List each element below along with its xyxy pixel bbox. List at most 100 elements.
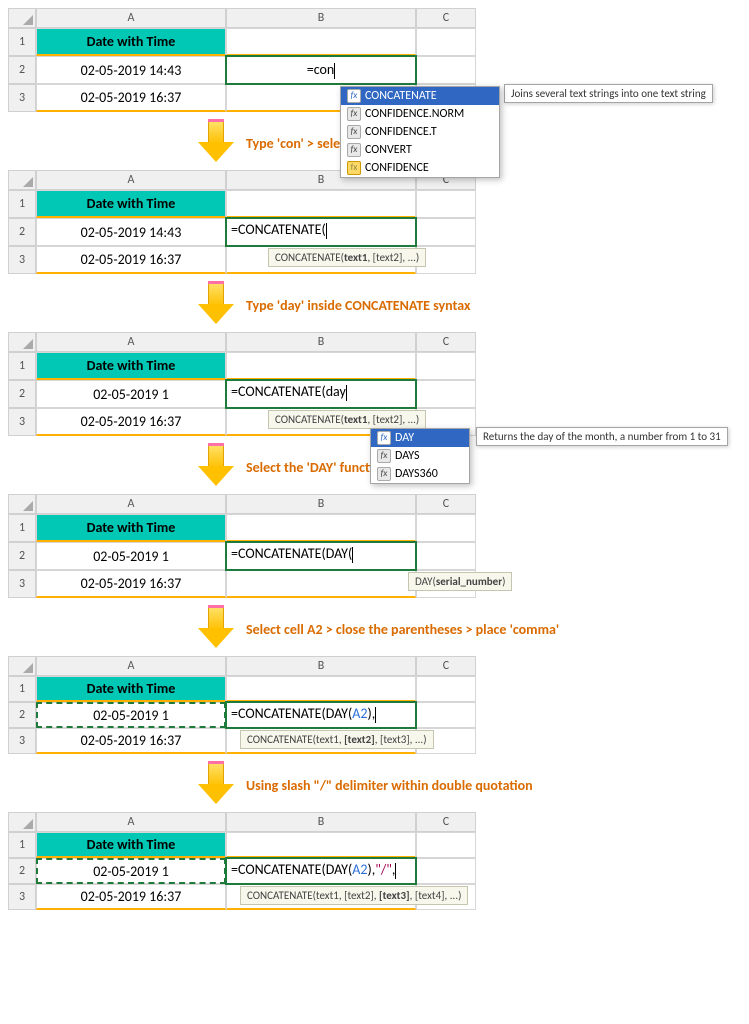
dropdown-item-confidence-deprec[interactable]: fxCONFIDENCE: [341, 159, 499, 177]
cell-C1[interactable]: [416, 676, 476, 702]
row-header-2[interactable]: 2: [8, 542, 36, 570]
col-header-A[interactable]: A: [36, 656, 226, 676]
cell-A2[interactable]: 02-05-2019 14:43: [36, 218, 226, 246]
excel-grid-step1: A B C 1 Date with Time 2 02-05-2019 14:4…: [8, 8, 476, 112]
row-header-3[interactable]: 3: [8, 408, 36, 436]
cell-A3[interactable]: 02-05-2019 16:37: [36, 570, 226, 598]
dropdown-item-confidence-norm[interactable]: fxCONFIDENCE.NORM: [341, 105, 499, 123]
cell-A3[interactable]: 02-05-2019 16:37: [36, 884, 226, 910]
function-autocomplete-dropdown[interactable]: fxDAY fxDAYS fxDAYS360: [370, 428, 470, 484]
cell-A3[interactable]: 02-05-2019 16:37: [36, 408, 226, 436]
select-all-corner[interactable]: [8, 170, 36, 190]
cell-A2-selected-ref[interactable]: 02-05-2019 1: [36, 702, 226, 728]
row-header-2[interactable]: 2: [8, 218, 36, 246]
cell-B2-formula[interactable]: =CONCATENATE(DAY(A2),"/",: [226, 858, 416, 884]
dropdown-item-confidence-t[interactable]: fxCONFIDENCE.T: [341, 123, 499, 141]
cell-A3[interactable]: 02-05-2019 16:37: [36, 728, 226, 754]
row-header-3[interactable]: 3: [8, 246, 36, 274]
header-cell-A1[interactable]: Date with Time: [36, 676, 226, 702]
header-cell-A1[interactable]: Date with Time: [36, 514, 226, 542]
row-header-3[interactable]: 3: [8, 884, 36, 910]
select-all-corner[interactable]: [8, 332, 36, 352]
row-header-1[interactable]: 1: [8, 514, 36, 542]
cell-B1[interactable]: [226, 190, 416, 218]
col-header-B[interactable]: B: [226, 656, 416, 676]
col-header-A[interactable]: A: [36, 170, 226, 190]
cell-C2[interactable]: [416, 380, 476, 408]
cell-C1[interactable]: [416, 352, 476, 380]
cell-B1[interactable]: [226, 832, 416, 858]
cell-C2[interactable]: [416, 56, 476, 84]
row-header-1[interactable]: 1: [8, 352, 36, 380]
fx-icon: fx: [347, 143, 361, 157]
cell-C1[interactable]: [416, 190, 476, 218]
cell-C1[interactable]: [416, 28, 476, 56]
cell-C2[interactable]: [416, 858, 476, 884]
cell-C2[interactable]: [416, 702, 476, 728]
col-header-B[interactable]: B: [226, 812, 416, 832]
row-header-1[interactable]: 1: [8, 28, 36, 56]
dropdown-item-days360[interactable]: fxDAYS360: [371, 465, 469, 483]
row-header-1[interactable]: 1: [8, 676, 36, 702]
col-header-B[interactable]: B: [226, 494, 416, 514]
cell-B1[interactable]: [226, 514, 416, 542]
cell-C2[interactable]: [416, 542, 476, 570]
cell-B2-formula[interactable]: =con: [226, 56, 416, 84]
header-cell-A1[interactable]: Date with Time: [36, 28, 226, 56]
cell-A3[interactable]: 02-05-2019 16:37: [36, 246, 226, 274]
dropdown-item-day[interactable]: fxDAY: [371, 429, 469, 447]
instruction-text: Using slash "/" delimiter within double …: [246, 777, 533, 794]
cell-A2[interactable]: 02-05-2019 1: [36, 542, 226, 570]
header-cell-A1[interactable]: Date with Time: [36, 832, 226, 858]
cell-B1[interactable]: [226, 28, 416, 56]
row-header-3[interactable]: 3: [8, 84, 36, 112]
select-all-corner[interactable]: [8, 656, 36, 676]
cell-C2[interactable]: [416, 218, 476, 246]
cell-B1[interactable]: [226, 676, 416, 702]
row-header-3[interactable]: 3: [8, 570, 36, 598]
syntax-hint: CONCATENATE(text1, [text2], ...): [268, 410, 426, 429]
cell-A3[interactable]: 02-05-2019 16:37: [36, 84, 226, 112]
function-autocomplete-dropdown[interactable]: fxCONCATENATE fxCONFIDENCE.NORM fxCONFID…: [340, 86, 500, 178]
row-header-2[interactable]: 2: [8, 702, 36, 728]
cell-B2-formula[interactable]: =CONCATENATE(DAY(A2),: [226, 702, 416, 728]
cell-A2-selected-ref[interactable]: 02-05-2019 1: [36, 858, 226, 884]
cell-B3[interactable]: [226, 570, 416, 598]
cell-B2-formula[interactable]: =CONCATENATE(DAY(: [226, 542, 416, 570]
col-header-C[interactable]: C: [416, 494, 476, 514]
instruction-text: Select cell A2 > close the parentheses >…: [246, 621, 559, 638]
cell-C1[interactable]: [416, 514, 476, 542]
select-all-corner[interactable]: [8, 8, 36, 28]
row-header-1[interactable]: 1: [8, 832, 36, 858]
col-header-C[interactable]: C: [416, 8, 476, 28]
col-header-C[interactable]: C: [416, 656, 476, 676]
header-cell-A1[interactable]: Date with Time: [36, 190, 226, 218]
cell-A2[interactable]: 02-05-2019 1: [36, 380, 226, 408]
cell-B2-formula[interactable]: =CONCATENATE(: [226, 218, 416, 246]
row-header-2[interactable]: 2: [8, 858, 36, 884]
cell-C1[interactable]: [416, 832, 476, 858]
col-header-C[interactable]: C: [416, 812, 476, 832]
dropdown-item-concatenate[interactable]: fxCONCATENATE: [341, 87, 499, 105]
cell-B1[interactable]: [226, 352, 416, 380]
row-header-2[interactable]: 2: [8, 380, 36, 408]
col-header-A[interactable]: A: [36, 494, 226, 514]
row-header-3[interactable]: 3: [8, 728, 36, 754]
select-all-corner[interactable]: [8, 812, 36, 832]
cell-B2-formula[interactable]: =CONCATENATE(day: [226, 380, 416, 408]
row-header-1[interactable]: 1: [8, 190, 36, 218]
col-header-B[interactable]: B: [226, 332, 416, 352]
syntax-hint: CONCATENATE(text1, [text2], [text3], ...…: [240, 730, 434, 749]
col-header-B[interactable]: B: [226, 8, 416, 28]
excel-grid-step6: A B C 1 Date with Time 2 02-05-2019 1 =C…: [8, 812, 476, 910]
header-cell-A1[interactable]: Date with Time: [36, 352, 226, 380]
col-header-A[interactable]: A: [36, 812, 226, 832]
dropdown-item-days[interactable]: fxDAYS: [371, 447, 469, 465]
col-header-A[interactable]: A: [36, 332, 226, 352]
col-header-A[interactable]: A: [36, 8, 226, 28]
cell-A2[interactable]: 02-05-2019 14:43: [36, 56, 226, 84]
row-header-2[interactable]: 2: [8, 56, 36, 84]
dropdown-item-convert[interactable]: fxCONVERT: [341, 141, 499, 159]
col-header-C[interactable]: C: [416, 332, 476, 352]
select-all-corner[interactable]: [8, 494, 36, 514]
